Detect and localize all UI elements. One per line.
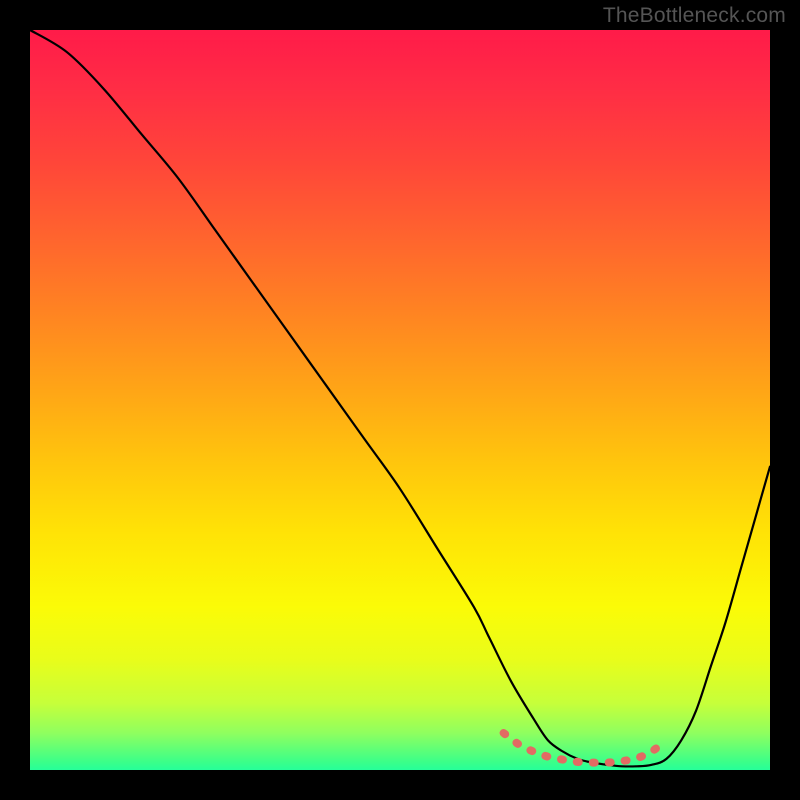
chart-frame: TheBottleneck.com	[0, 0, 800, 800]
valley-highlight	[504, 733, 667, 763]
bottleneck-curve	[30, 30, 770, 766]
curve-layer	[30, 30, 770, 770]
plot-area	[30, 30, 770, 770]
watermark-text: TheBottleneck.com	[603, 4, 786, 28]
